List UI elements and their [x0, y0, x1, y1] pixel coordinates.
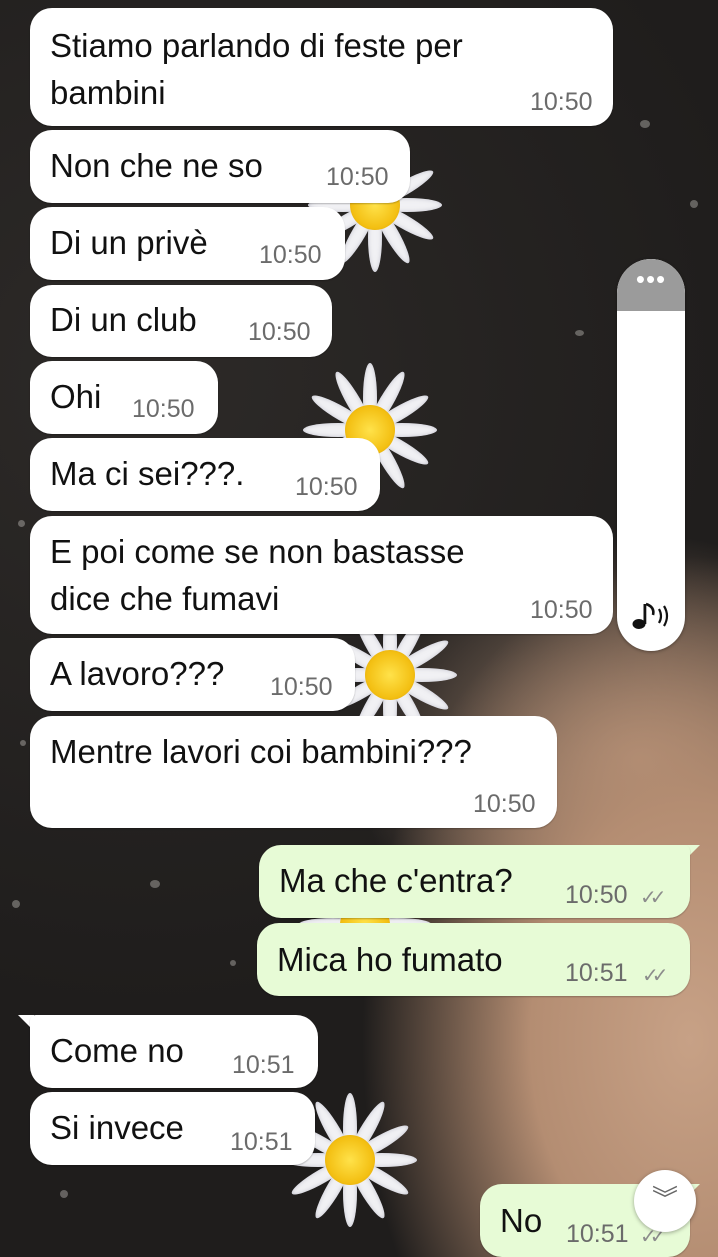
- incoming-message[interactable]: A lavoro??? 10:50: [30, 638, 355, 711]
- message-text: Di un privè: [50, 224, 208, 261]
- message-text: Mica ho fumato: [277, 941, 503, 978]
- message-text: Ma ci sei???.: [50, 455, 245, 492]
- message-text: Stiamo parlando di feste per bambini: [50, 27, 463, 111]
- message-time: 10:51: [230, 1128, 293, 1156]
- message-time: 10:50: [295, 473, 358, 501]
- message-time: 10:50: [248, 318, 311, 346]
- message-time: 10:51: [566, 1220, 629, 1248]
- outgoing-message[interactable]: Mica ho fumato 10:51 ✓✓: [257, 923, 690, 996]
- incoming-message[interactable]: Di un club 10:50: [30, 285, 332, 357]
- message-text: No: [500, 1202, 543, 1239]
- message-time: 10:50: [132, 395, 195, 423]
- outgoing-message[interactable]: Ma che c'entra? 10:50 ✓✓: [259, 845, 690, 918]
- message-text: Si invece: [50, 1109, 184, 1146]
- message-time: 10:50: [259, 241, 322, 269]
- incoming-message[interactable]: Mentre lavori coi bambini??? 10:50: [30, 716, 557, 828]
- audio-icon[interactable]: [617, 599, 685, 641]
- read-receipt-icon: ✓✓: [640, 887, 666, 909]
- incoming-message[interactable]: E poi come se non bastasse dice che fuma…: [30, 516, 613, 634]
- message-text: A lavoro???: [50, 655, 225, 692]
- read-receipt-icon: ✓✓: [642, 965, 668, 987]
- incoming-message[interactable]: Ohi 10:50: [30, 361, 218, 434]
- message-text: Di un club: [50, 301, 197, 338]
- double-chevron-down-icon: ︾: [651, 1184, 678, 1214]
- incoming-message[interactable]: Stiamo parlando di feste per bambini 10:…: [30, 8, 613, 126]
- message-text: Come no: [50, 1032, 184, 1069]
- incoming-message[interactable]: Si invece 10:51: [30, 1092, 315, 1165]
- message-time: 10:50: [565, 881, 628, 909]
- message-text: Mentre lavori coi bambini???: [50, 733, 472, 770]
- message-text: Non che ne so: [50, 147, 263, 184]
- incoming-message[interactable]: Come no 10:51: [30, 1015, 318, 1088]
- message-text: Ohi: [50, 378, 102, 415]
- message-time: 10:50: [270, 673, 333, 701]
- message-text: Ma che c'entra?: [279, 862, 513, 899]
- incoming-message[interactable]: Ma ci sei???. 10:50: [30, 438, 380, 511]
- incoming-message[interactable]: Di un privè 10:50: [30, 207, 345, 280]
- message-text: E poi come se non bastasse dice che fuma…: [50, 533, 465, 617]
- message-time: 10:50: [530, 88, 593, 116]
- incoming-message[interactable]: Non che ne so 10:50: [30, 130, 410, 203]
- message-time: 10:50: [326, 163, 389, 191]
- message-time: 10:51: [565, 959, 628, 987]
- message-time: 10:50: [473, 790, 536, 818]
- message-time: 10:50: [530, 596, 593, 624]
- scroll-to-bottom-button[interactable]: ︾: [634, 1170, 696, 1232]
- message-time: 10:51: [232, 1051, 295, 1079]
- fast-scroller[interactable]: •••: [617, 259, 685, 651]
